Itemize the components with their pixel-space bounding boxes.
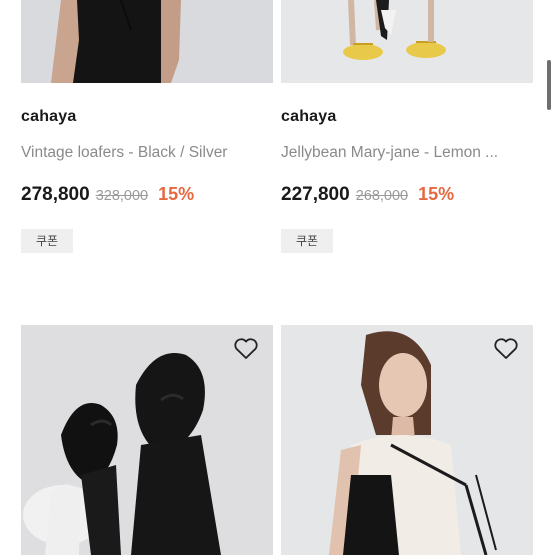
discount-rate: 15% — [418, 184, 455, 204]
original-price: 328,000 — [95, 188, 149, 204]
product-image[interactable] — [21, 0, 273, 83]
wishlist-button[interactable] — [233, 337, 259, 361]
product-photo-yellow-mary-janes — [281, 0, 533, 83]
product-card[interactable]: cahaya Jellybean Mary-jane - Lemon ... 2… — [281, 0, 533, 260]
product-card[interactable] — [21, 325, 273, 555]
coupon-badge: 쿠폰 — [281, 229, 333, 253]
original-price: 268,000 — [355, 188, 409, 204]
product-grid: cahaya Vintage loafers - Black / Silver … — [0, 0, 555, 555]
brand-name[interactable]: cahaya — [281, 108, 336, 126]
wishlist-button[interactable] — [493, 337, 519, 361]
discount-rate: 15% — [158, 184, 195, 204]
heart-outline-icon — [494, 338, 518, 359]
vertical-scrollbar[interactable] — [547, 60, 551, 110]
product-name[interactable]: Jellybean Mary-jane - Lemon ... — [281, 144, 533, 162]
product-card[interactable] — [281, 325, 533, 555]
heart-outline-icon — [234, 338, 258, 359]
price-row: 278,800 328,000 15% — [21, 184, 194, 206]
coupon-badge: 쿠폰 — [21, 229, 73, 253]
sale-price: 227,800 — [281, 184, 350, 205]
sale-price: 278,800 — [21, 184, 90, 205]
product-card[interactable]: cahaya Vintage loafers - Black / Silver … — [21, 0, 273, 260]
product-name[interactable]: Vintage loafers - Black / Silver — [21, 144, 273, 162]
price-row: 227,800 268,000 15% — [281, 184, 454, 206]
brand-name[interactable]: cahaya — [21, 108, 76, 126]
product-photo-model-black-dress — [21, 0, 273, 83]
product-image[interactable] — [281, 0, 533, 83]
